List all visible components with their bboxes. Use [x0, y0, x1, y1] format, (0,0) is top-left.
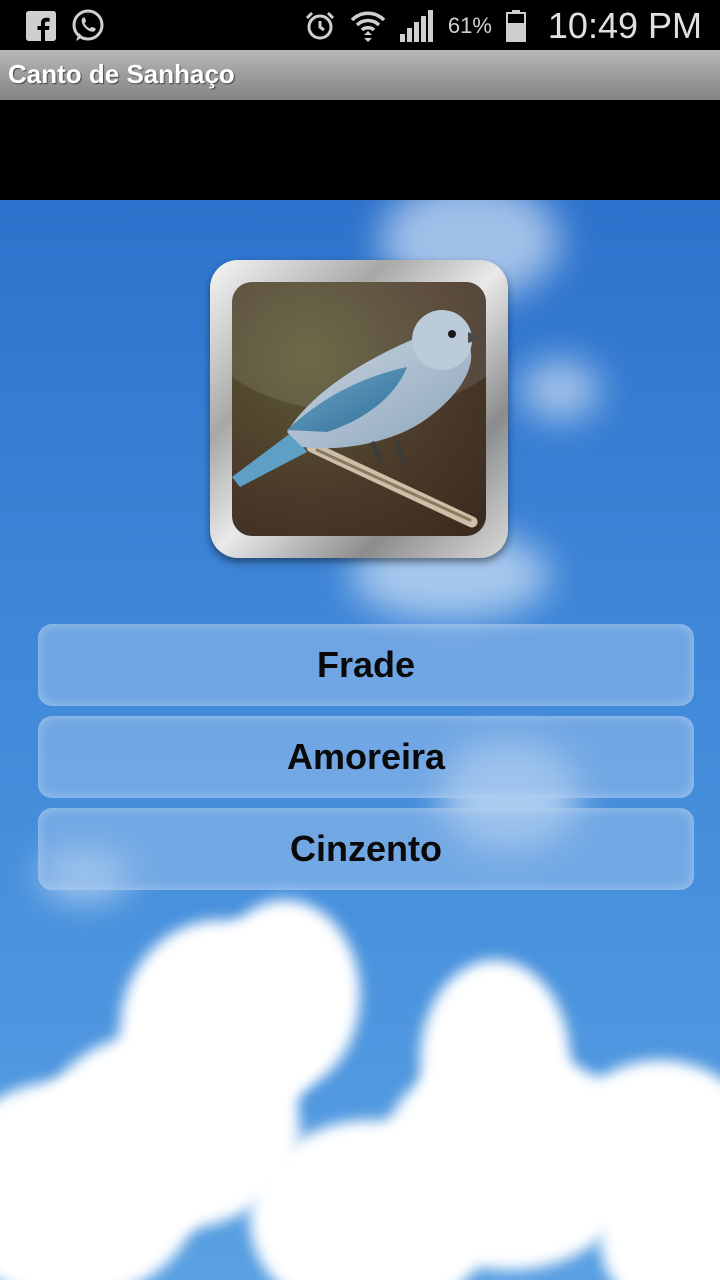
ad-banner-area	[0, 100, 720, 200]
app-title: Canto de Sanhaço	[8, 59, 235, 89]
bird-image-frame	[210, 260, 508, 558]
battery-percentage: 61%	[447, 13, 492, 38]
frade-button[interactable]: Frade	[38, 624, 694, 706]
wifi-icon	[350, 11, 386, 42]
signal-icon	[399, 10, 433, 42]
whatsapp-icon	[70, 8, 106, 44]
amoreira-button[interactable]: Amoreira	[38, 716, 694, 798]
alarm-icon	[305, 11, 334, 40]
main-content: Frade Amoreira Cinzento	[0, 200, 720, 1280]
system-status: 61% 10:49 PM	[304, 5, 702, 46]
cinzento-button[interactable]: Cinzento	[38, 808, 694, 890]
facebook-icon	[26, 11, 56, 41]
cloud-decoration	[520, 360, 600, 420]
clock: 10:49 PM	[547, 5, 702, 46]
battery-icon	[505, 10, 526, 42]
status-bar: 61% 10:49 PM	[0, 0, 720, 50]
action-bar: Canto de Sanhaço	[0, 50, 720, 101]
notification-icons	[26, 8, 106, 44]
bird-photo	[232, 282, 486, 536]
